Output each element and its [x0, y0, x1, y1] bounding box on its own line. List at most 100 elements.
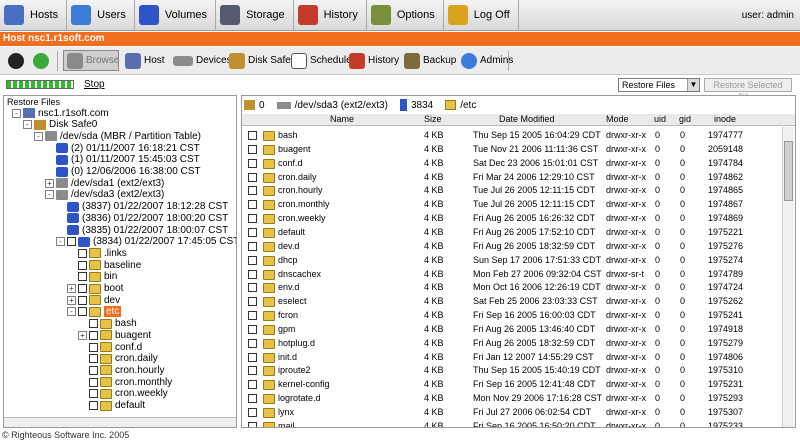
- tree-node[interactable]: default: [78, 400, 145, 412]
- row-checkbox[interactable]: [248, 158, 257, 168]
- col-gid[interactable]: gid: [679, 114, 691, 124]
- tree-node[interactable]: cron.daily: [78, 353, 158, 365]
- tree-node[interactable]: cron.hourly: [78, 364, 164, 376]
- tree-node[interactable]: - /dev/sda (MBR / Partition Table): [34, 130, 201, 142]
- collapse-icon[interactable]: -: [23, 120, 32, 130]
- table-row[interactable]: mail 4 KB Fri Sep 16 2005 16:50:20 CDT drwx…: [242, 418, 782, 427]
- expand-icon[interactable]: +: [67, 284, 76, 293]
- col-name[interactable]: Name: [330, 114, 354, 124]
- tree-node[interactable]: cron.weekly: [78, 388, 168, 400]
- collapse-icon[interactable]: -: [34, 131, 43, 141]
- row-checkbox[interactable]: [248, 338, 257, 348]
- back-button[interactable]: [5, 50, 27, 71]
- tree-checkbox[interactable]: [89, 389, 98, 399]
- row-checkbox[interactable]: [248, 311, 257, 321]
- row-checkbox[interactable]: [248, 255, 257, 265]
- tree-checkbox[interactable]: [78, 260, 87, 270]
- breadcrumb-root[interactable]: 0: [259, 100, 265, 111]
- tree-checkbox[interactable]: [78, 284, 87, 293]
- tree-node[interactable]: (1) 01/11/2007 15:45:03 CST: [45, 154, 200, 166]
- tree-checkbox[interactable]: [89, 354, 98, 364]
- nav-hosts[interactable]: Hosts: [0, 0, 68, 31]
- tree-node[interactable]: (2) 01/11/2007 16:18:21 CST: [45, 142, 200, 154]
- history-button[interactable]: History: [346, 50, 402, 71]
- collapse-icon[interactable]: -: [12, 108, 21, 118]
- chevron-down-icon[interactable]: ▼: [687, 79, 699, 91]
- expand-icon[interactable]: +: [67, 295, 76, 305]
- tree-node[interactable]: cron.monthly: [78, 376, 172, 388]
- nav-users[interactable]: Users: [67, 0, 135, 31]
- tree-node[interactable]: (3836) 01/22/2007 18:00:20 CST: [56, 212, 228, 224]
- tree-node[interactable]: baseline: [67, 259, 141, 271]
- row-checkbox[interactable]: [248, 172, 257, 182]
- row-checkbox[interactable]: [248, 214, 257, 224]
- tree-checkbox[interactable]: [78, 272, 87, 282]
- restore-selected-files-button[interactable]: Restore Selected Files: [704, 78, 792, 102]
- tree-node[interactable]: .links: [67, 247, 127, 259]
- row-checkbox[interactable]: [248, 144, 257, 154]
- tree-checkbox[interactable]: [89, 319, 98, 329]
- row-checkbox[interactable]: [248, 241, 257, 251]
- row-checkbox[interactable]: [248, 200, 257, 210]
- row-checkbox[interactable]: [248, 394, 257, 404]
- nav-volumes[interactable]: Volumes: [135, 0, 217, 31]
- breadcrumb-snapshot[interactable]: 3834: [411, 100, 433, 111]
- row-checkbox[interactable]: [248, 352, 257, 362]
- devices-button[interactable]: Devices: [170, 50, 235, 71]
- tree-node[interactable]: - /dev/sda3 (ext2/ext3): [45, 189, 164, 201]
- tree-checkbox[interactable]: [89, 342, 98, 352]
- backup-button[interactable]: Backup: [401, 50, 459, 71]
- browse-button[interactable]: Browse: [63, 50, 119, 71]
- stop-link[interactable]: Stop: [84, 79, 105, 90]
- row-checkbox[interactable]: [248, 283, 257, 293]
- refresh-button[interactable]: [30, 50, 52, 71]
- tree-node[interactable]: (3837) 01/22/2007 18:12:28 CST: [56, 201, 228, 213]
- row-checkbox[interactable]: [248, 227, 257, 237]
- breadcrumb-device[interactable]: /dev/sda3 (ext2/ext3): [295, 100, 388, 111]
- breadcrumb-dir[interactable]: /etc: [460, 100, 476, 111]
- expand-icon[interactable]: +: [78, 330, 87, 340]
- row-checkbox[interactable]: [248, 380, 257, 390]
- row-checkbox[interactable]: [248, 324, 257, 334]
- row-checkbox[interactable]: [248, 366, 257, 376]
- row-checkbox[interactable]: [248, 297, 257, 307]
- restore-type-select[interactable]: Restore Files ▼: [618, 78, 700, 92]
- tree-node[interactable]: - (3834) 01/22/2007 17:45:05 CST: [56, 236, 236, 248]
- col-mode[interactable]: Mode: [606, 114, 629, 124]
- tree-node[interactable]: conf.d: [78, 341, 142, 353]
- tree-node[interactable]: - etc: [67, 306, 122, 318]
- col-date[interactable]: Date Modified: [499, 114, 555, 124]
- nav-log-off[interactable]: Log Off: [444, 0, 519, 31]
- tree-node[interactable]: (3835) 01/22/2007 18:00:07 CST: [56, 224, 228, 236]
- collapse-icon[interactable]: -: [67, 307, 76, 317]
- row-checkbox[interactable]: [248, 421, 257, 427]
- col-inode[interactable]: inode: [714, 114, 736, 124]
- tree-checkbox[interactable]: [67, 237, 76, 247]
- expand-icon[interactable]: +: [45, 178, 54, 188]
- col-uid[interactable]: uid: [654, 114, 666, 124]
- vertical-scrollbar[interactable]: [782, 127, 794, 427]
- tree-checkbox[interactable]: [78, 248, 87, 258]
- tree-checkbox[interactable]: [89, 401, 98, 410]
- scrollbar-thumb[interactable]: [784, 141, 793, 201]
- col-size[interactable]: Size: [424, 114, 442, 124]
- tree-node[interactable]: (0) 12/06/2006 16:38:00 CST: [45, 166, 201, 178]
- collapse-icon[interactable]: -: [56, 237, 65, 247]
- row-checkbox[interactable]: [248, 269, 257, 279]
- tree-node[interactable]: bin: [67, 271, 117, 283]
- row-checkbox[interactable]: [248, 186, 257, 196]
- collapse-icon[interactable]: -: [45, 190, 54, 200]
- nav-history[interactable]: History: [294, 0, 367, 31]
- host-button[interactable]: Host: [122, 50, 168, 71]
- row-checkbox[interactable]: [248, 131, 257, 140]
- nav-storage[interactable]: Storage: [216, 0, 294, 31]
- tree-node[interactable]: + dev: [67, 294, 120, 306]
- tree-node[interactable]: + buagent: [78, 329, 151, 341]
- tree-checkbox[interactable]: [78, 307, 87, 317]
- tree-node[interactable]: + /dev/sda1 (ext2/ext3): [45, 177, 164, 189]
- row-checkbox[interactable]: [248, 408, 257, 417]
- tree-checkbox[interactable]: [89, 330, 98, 340]
- nav-options[interactable]: Options: [367, 0, 444, 31]
- tree-checkbox[interactable]: [89, 377, 98, 387]
- tree-node[interactable]: - nsc1.r1soft.com: [12, 107, 109, 119]
